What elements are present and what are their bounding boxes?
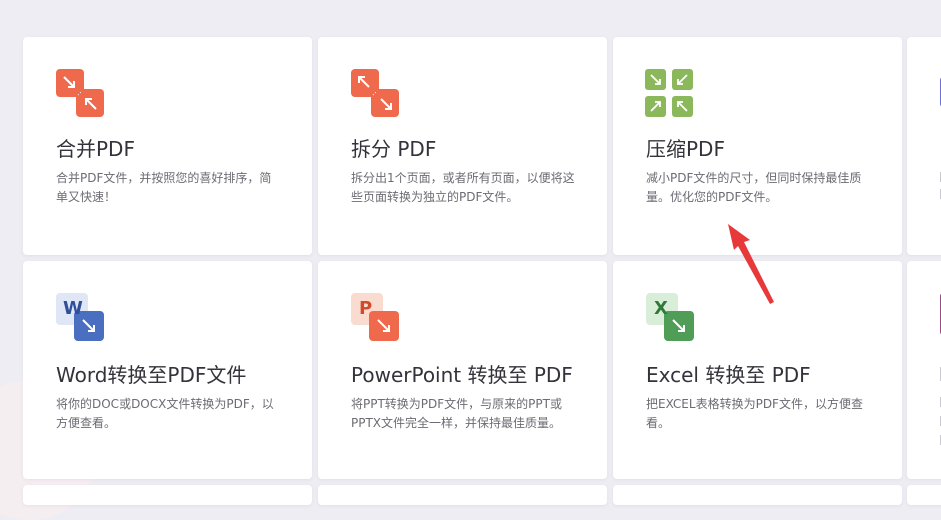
tool-card-row3-partial[interactable] bbox=[613, 485, 902, 505]
tool-card-partial[interactable] bbox=[907, 37, 941, 255]
tool-description: 减小PDF文件的尺寸，但同时保持最佳质量。优化您的PDF文件。 bbox=[646, 171, 862, 204]
tool-card-row3-partial[interactable] bbox=[23, 485, 312, 505]
tool-description: 拆分出1个页面，或者所有页面，以便将这些页面转换为独立的PDF文件。 bbox=[351, 171, 575, 204]
tool-title: Excel 转换至 PDF bbox=[646, 363, 811, 387]
tool-title: PowerPoint 转换至 PDF bbox=[351, 363, 573, 387]
tool-description: 将PPT转换为PDF文件，与原来的PPT或PPTX文件完全一样，并保持最佳质量。 bbox=[351, 397, 562, 430]
word-icon-letter: W bbox=[63, 298, 83, 319]
tool-description: 合并PDF文件，并按照您的喜好排序，简单又快速！ bbox=[56, 171, 272, 204]
tool-title: 压缩PDF bbox=[646, 137, 725, 161]
compress-icon bbox=[645, 69, 693, 117]
tool-title: Word转换至PDF文件 bbox=[56, 363, 247, 387]
tool-card-partial[interactable] bbox=[907, 261, 941, 479]
tool-title: 合并PDF bbox=[56, 137, 135, 161]
excel-icon-letter: X bbox=[654, 298, 668, 319]
tool-card-row3-partial[interactable] bbox=[318, 485, 607, 505]
tool-card-word-to-pdf[interactable]: W Word转换至PDF文件 将你的DOC或DOCX文件转换为PDF，以方便查看… bbox=[23, 261, 312, 479]
tool-card-split-pdf[interactable]: 拆分 PDF 拆分出1个页面，或者所有页面，以便将这些页面转换为独立的PDF文件… bbox=[318, 37, 607, 255]
merge-icon bbox=[56, 69, 104, 117]
split-icon bbox=[351, 69, 399, 117]
powerpoint-icon-letter: P bbox=[359, 298, 373, 319]
tool-title: 拆分 PDF bbox=[351, 137, 437, 161]
tool-card-merge-pdf[interactable]: 合并PDF 合并PDF文件，并按照您的喜好排序，简单又快速！ bbox=[23, 37, 312, 255]
tool-card-row3-partial[interactable] bbox=[907, 485, 941, 505]
annotation-arrow-icon bbox=[728, 224, 774, 304]
tool-description: 将你的DOC或DOCX文件转换为PDF，以方便查看。 bbox=[56, 397, 274, 430]
tool-description: 把EXCEL表格转换为PDF文件，以方便查看。 bbox=[646, 397, 863, 430]
tool-card-powerpoint-to-pdf[interactable]: P PowerPoint 转换至 PDF 将PPT转换为PDF文件，与原来的PP… bbox=[318, 261, 607, 479]
